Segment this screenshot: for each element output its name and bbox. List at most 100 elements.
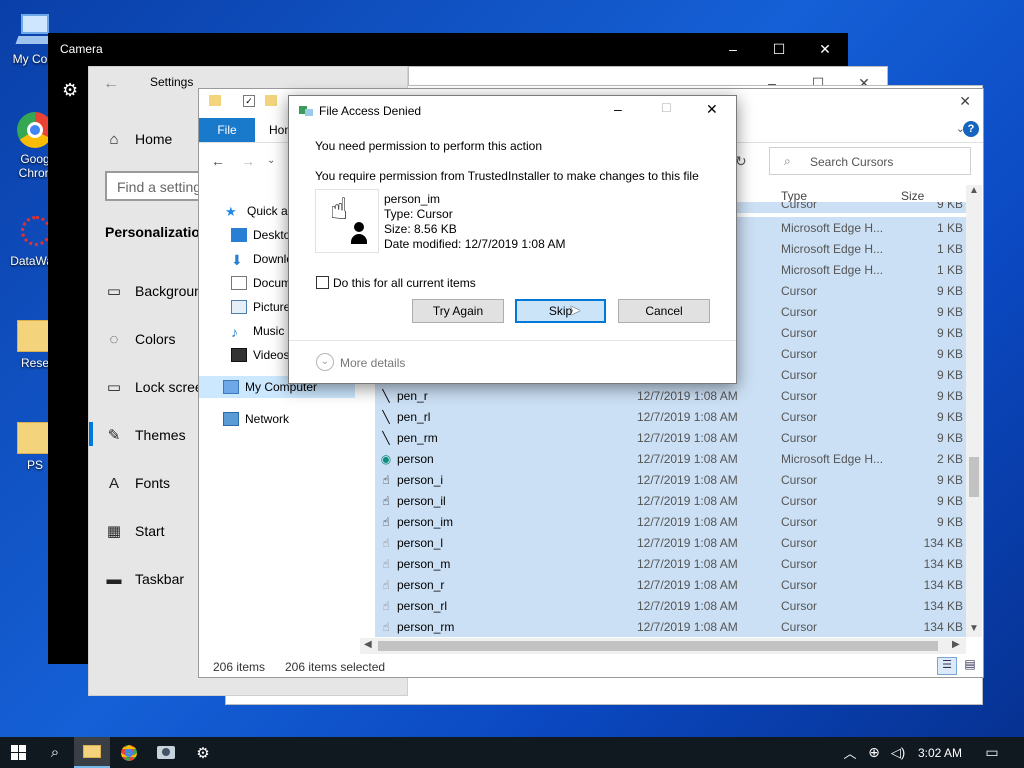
horizontal-scrollbar[interactable]: ◀ ▶	[360, 638, 966, 654]
properties-icon[interactable]: ✓	[243, 95, 255, 107]
person-icon	[354, 222, 364, 232]
table-row[interactable]: ☝ person_m 12/7/2019 1:08 AM Cursor 134 KB	[375, 553, 981, 574]
try-again-button[interactable]: Try Again	[412, 299, 504, 323]
skip-button[interactable]: Skip	[515, 299, 606, 323]
search-icon[interactable]: ⌕	[37, 737, 73, 768]
file-copy-icon	[299, 106, 313, 116]
file-modified: Date modified: 12/7/2019 1:08 AM	[384, 237, 566, 251]
minimize-button[interactable]: –	[614, 101, 622, 117]
table-row[interactable]: ☝ person_l 12/7/2019 1:08 AM Cursor 134 KB	[375, 532, 981, 553]
table-row[interactable]: ☝ person_rl 12/7/2019 1:08 AM Cursor 134 KB	[375, 595, 981, 616]
dialog-message: You require permission from TrustedInsta…	[315, 169, 699, 183]
palette-icon: ◌	[109, 330, 119, 348]
status-item-count: 206 items	[213, 660, 266, 674]
forward-arrow-icon[interactable]: →	[241, 153, 255, 169]
file-thumbnail: ☝	[315, 189, 379, 253]
table-row[interactable]: ☝ person_rm 12/7/2019 1:08 AM Cursor 134 KB	[375, 616, 981, 637]
large-icons-view-icon[interactable]: ▤	[961, 657, 979, 675]
person-cursor-icon: ☝	[382, 535, 390, 550]
close-button[interactable]: ✕	[959, 93, 971, 110]
scroll-down-icon[interactable]: ▼	[969, 623, 979, 634]
dialog-heading: You need permission to perform this acti…	[315, 139, 543, 153]
person-cursor-icon: ☝	[382, 556, 390, 571]
file-type: Type: Cursor	[384, 207, 453, 221]
scrollbar-thumb[interactable]	[378, 641, 938, 651]
start-menu-icon: ▦	[106, 523, 122, 540]
person-cursor-icon: ☝	[382, 514, 390, 529]
nav-pictures[interactable]: Picture	[231, 296, 290, 318]
back-arrow-icon[interactable]: ←	[211, 153, 225, 169]
gear-icon: ⚙	[62, 80, 79, 100]
nav-downloads[interactable]: ⬇ Downlo	[231, 248, 293, 270]
chevron-up-icon[interactable]: ︿	[838, 737, 862, 768]
table-row[interactable]: ◉ person 12/7/2019 1:08 AM Microsoft Edge H…	[375, 448, 981, 469]
scroll-right-icon[interactable]: ▶	[952, 639, 960, 650]
minimize-button[interactable]: –	[710, 33, 756, 65]
table-row[interactable]: ☝ person_i 12/7/2019 1:08 AM Cursor 9 KB	[375, 469, 981, 490]
picture-icon: ▭	[106, 283, 122, 300]
lock-screen-icon: ▭	[106, 379, 122, 396]
column-header-size[interactable]: Size	[901, 189, 924, 203]
settings-section-title: Personalization	[105, 224, 209, 240]
clock[interactable]: 3:02 AM	[912, 737, 968, 768]
nav-documents[interactable]: Docum	[231, 272, 291, 294]
file-explorer-icon[interactable]	[74, 737, 110, 768]
pen-cursor-icon: ╲	[382, 388, 390, 403]
back-arrow-icon[interactable]: ←	[103, 75, 119, 93]
scroll-left-icon[interactable]: ◀	[364, 639, 372, 650]
edge-icon: ◉	[380, 451, 392, 466]
network-icon	[223, 412, 239, 426]
settings-icon[interactable]: ⚙	[185, 737, 221, 768]
maximize-button: ☐	[661, 101, 672, 115]
column-header-type[interactable]: Type	[781, 189, 807, 203]
table-row[interactable]: ╲ pen_r 12/7/2019 1:08 AM Cursor 9 KB	[375, 385, 981, 406]
scrollbar-thumb[interactable]	[969, 457, 979, 497]
volume-icon[interactable]: ◁)	[886, 737, 910, 768]
close-button[interactable]: ✕	[802, 33, 848, 65]
apply-to-all-checkbox[interactable]	[316, 276, 329, 289]
close-button[interactable]: ✕	[706, 101, 718, 118]
table-row[interactable]: ☝ person_r 12/7/2019 1:08 AM Cursor 134 KB	[375, 574, 981, 595]
nav-videos[interactable]: Videos	[231, 344, 289, 366]
table-row[interactable]: ╲ pen_rm 12/7/2019 1:08 AM Cursor 9 KB	[375, 427, 981, 448]
search-input[interactable]: ⌕ Search Cursors	[769, 147, 971, 175]
fonts-icon: A	[108, 474, 119, 492]
file-access-denied-dialog[interactable]: File Access Denied – ☐ ✕ You need permis…	[288, 95, 737, 384]
file-size: Size: 8.56 KB	[384, 222, 457, 236]
camera-title: Camera	[60, 42, 103, 56]
start-icon[interactable]	[0, 737, 36, 768]
maximize-button[interactable]: ☐	[756, 33, 802, 65]
vertical-scrollbar[interactable]: ▲ ▼	[966, 185, 982, 637]
nav-quick-access[interactable]: ★ Quick ac	[225, 200, 294, 222]
new-folder-icon[interactable]	[265, 95, 277, 106]
nav-desktop[interactable]: Deskto	[231, 224, 290, 246]
table-row[interactable]: ╲ pen_rl 12/7/2019 1:08 AM Cursor 9 KB	[375, 406, 981, 427]
help-icon[interactable]: ?	[963, 121, 979, 137]
nav-network[interactable]: Network	[223, 408, 289, 430]
network-globe-icon[interactable]: ⊕	[862, 737, 886, 768]
chrome-icon[interactable]	[111, 737, 147, 768]
mouse-pointer-icon: ➤	[569, 302, 581, 318]
cancel-button[interactable]: Cancel	[618, 299, 710, 323]
pen-cursor-icon: ╲	[382, 409, 390, 424]
search-icon: ⌕	[784, 154, 791, 168]
camera-icon[interactable]	[148, 737, 184, 768]
person-cursor-icon: ☝	[382, 577, 390, 592]
hand-cursor-icon: ☝	[330, 193, 349, 226]
details-view-icon[interactable]: ☰	[937, 657, 957, 675]
pen-cursor-icon: ╲	[382, 430, 390, 445]
person-cursor-icon: ☝	[382, 598, 390, 613]
person-cursor-icon: ☝	[382, 619, 390, 634]
notifications-icon[interactable]: ▭	[978, 737, 1006, 768]
scroll-up-icon[interactable]: ▲	[969, 185, 979, 196]
desktop-icon	[231, 228, 247, 242]
chevron-down-icon[interactable]: ⌄	[316, 353, 334, 371]
table-row[interactable]: ☝ person_im 12/7/2019 1:08 AM Cursor 9 KB	[375, 511, 981, 532]
taskbar: ⌕ ⚙ ︿ ⊕ ◁) 3:02 AM ▭	[0, 737, 1024, 768]
table-row[interactable]: ☝ person_il 12/7/2019 1:08 AM Cursor 9 KB	[375, 490, 981, 511]
ribbon-tab-file[interactable]: File	[199, 118, 255, 142]
nav-music[interactable]: ♪ Music	[231, 320, 284, 342]
more-details-link[interactable]: More details	[340, 356, 405, 370]
chevron-down-icon[interactable]: ⌄	[267, 155, 275, 166]
pictures-icon	[231, 300, 247, 314]
